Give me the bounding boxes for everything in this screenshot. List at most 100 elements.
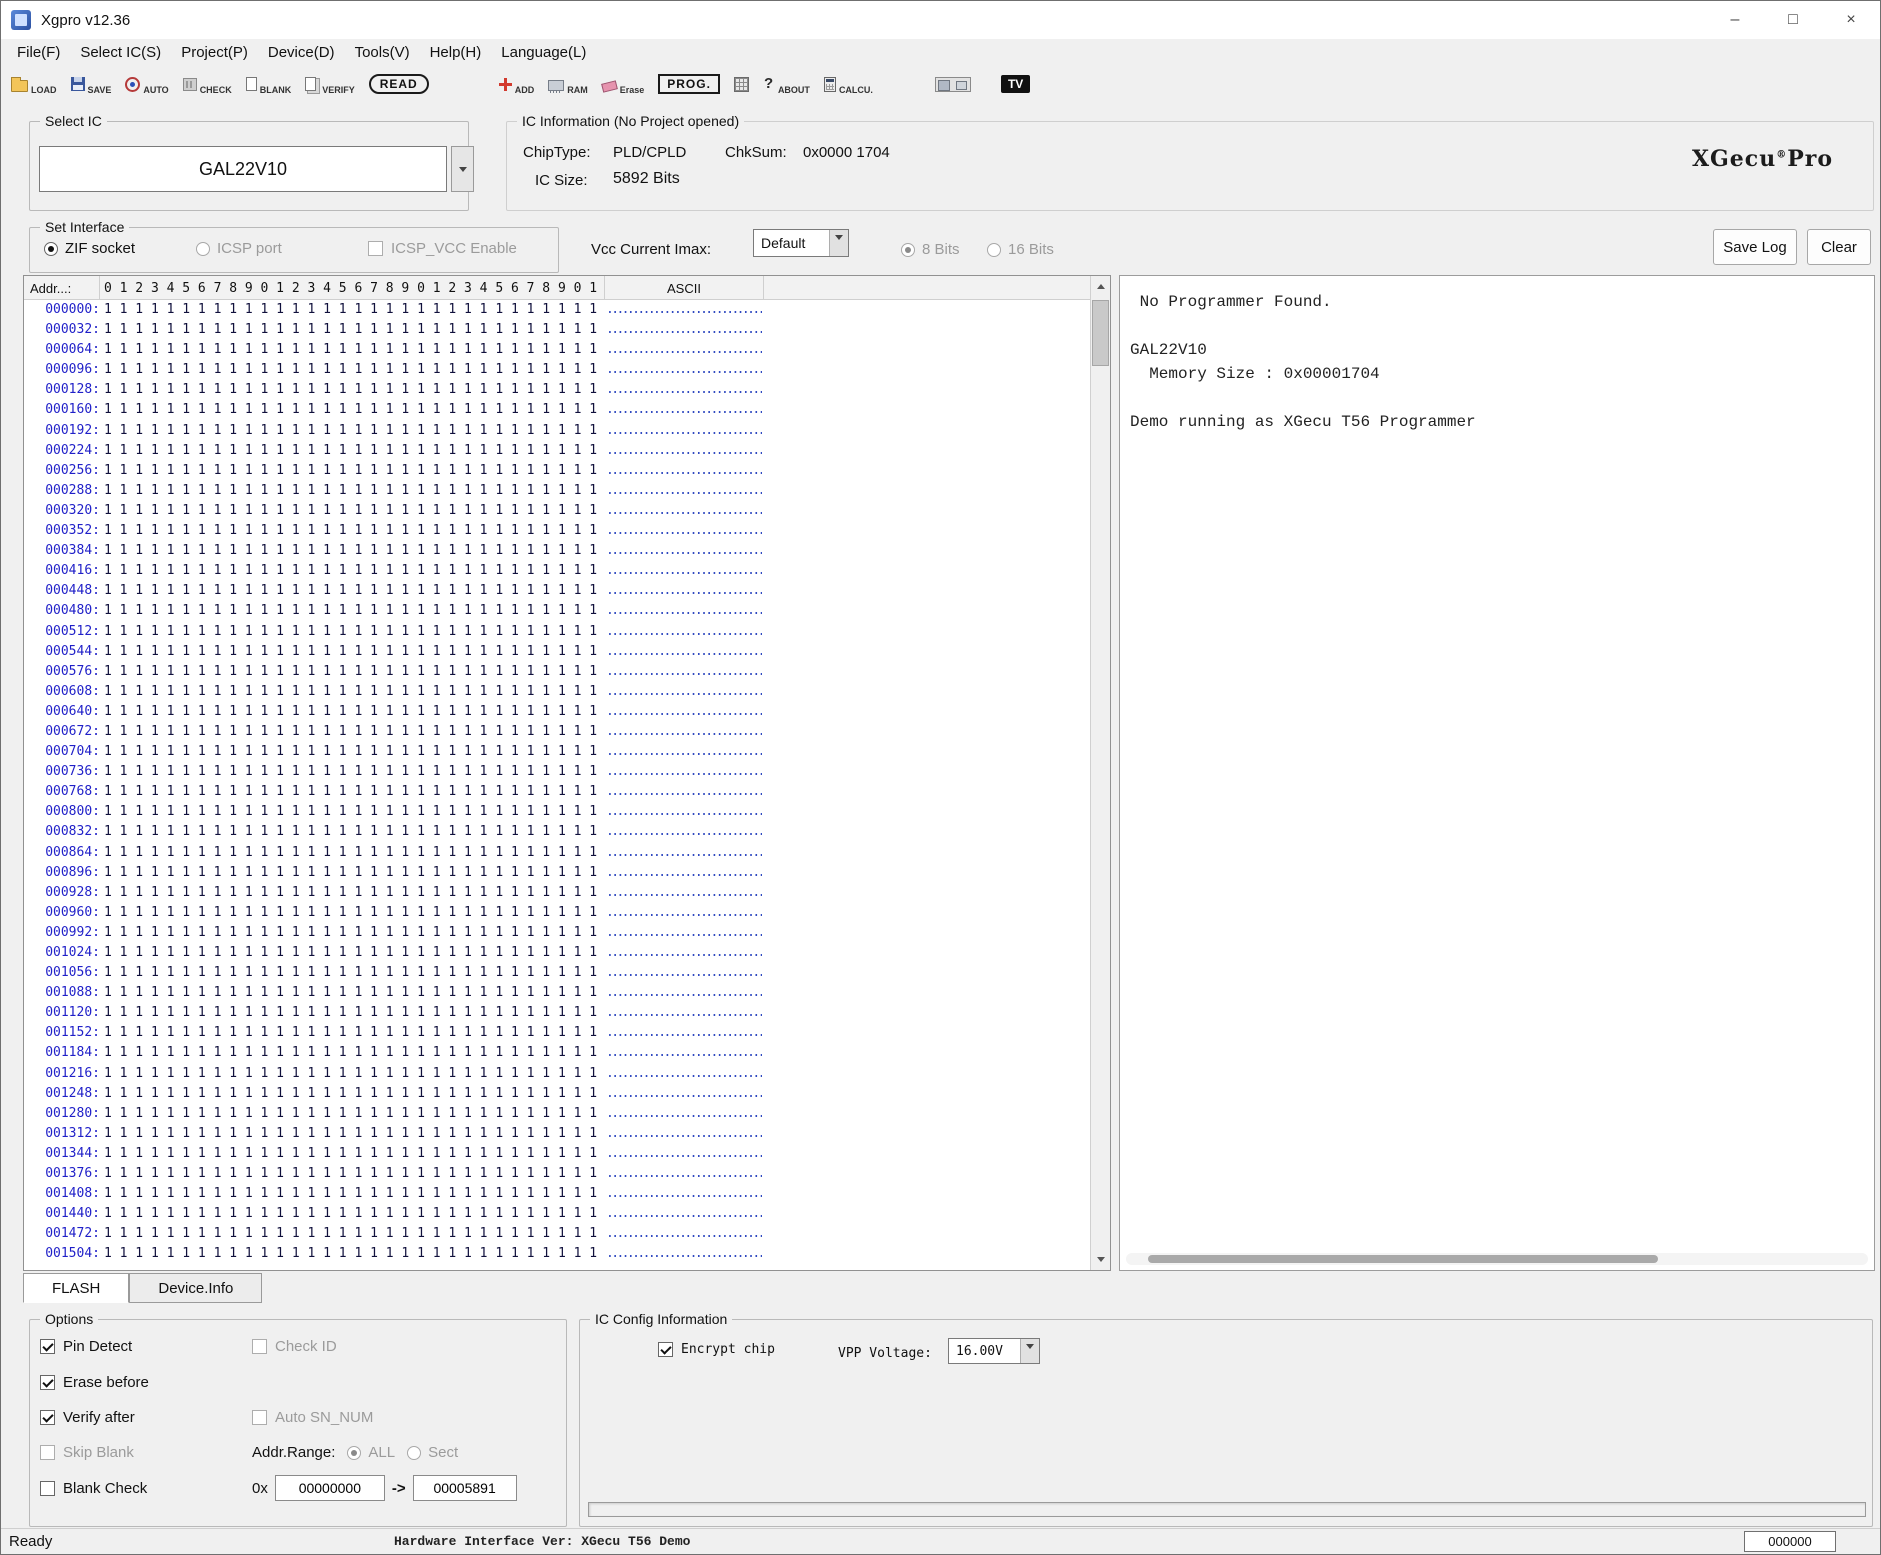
option-check-id[interactable]: Check ID <box>252 1338 337 1355</box>
hex-row-values[interactable]: 1 1 1 1 1 1 1 1 1 1 1 1 1 1 1 1 1 1 1 1 … <box>104 644 597 659</box>
hex-row[interactable]: 000032:1 1 1 1 1 1 1 1 1 1 1 1 1 1 1 1 1… <box>24 320 1090 340</box>
vpp-voltage-dropdown[interactable]: 16.00V <box>948 1338 1040 1364</box>
hex-row[interactable]: 001472:1 1 1 1 1 1 1 1 1 1 1 1 1 1 1 1 1… <box>24 1224 1090 1244</box>
hex-row[interactable]: 001312:1 1 1 1 1 1 1 1 1 1 1 1 1 1 1 1 1… <box>24 1124 1090 1144</box>
checkbox-icon[interactable] <box>40 1445 55 1460</box>
scrollbar-thumb[interactable] <box>1092 300 1109 366</box>
hex-row-values[interactable]: 1 1 1 1 1 1 1 1 1 1 1 1 1 1 1 1 1 1 1 1 … <box>104 1166 597 1181</box>
hex-row[interactable]: 000768:1 1 1 1 1 1 1 1 1 1 1 1 1 1 1 1 1… <box>24 782 1090 802</box>
hex-row-values[interactable]: 1 1 1 1 1 1 1 1 1 1 1 1 1 1 1 1 1 1 1 1 … <box>104 543 597 558</box>
checkbox-icon[interactable] <box>40 1410 55 1425</box>
menu-item-tools[interactable]: Tools(V) <box>345 44 420 61</box>
vertical-scrollbar[interactable] <box>1090 276 1110 1270</box>
hex-row-values[interactable]: 1 1 1 1 1 1 1 1 1 1 1 1 1 1 1 1 1 1 1 1 … <box>104 1126 597 1141</box>
radio-icon[interactable] <box>44 242 58 256</box>
hex-row-values[interactable]: 1 1 1 1 1 1 1 1 1 1 1 1 1 1 1 1 1 1 1 1 … <box>104 1005 597 1020</box>
hex-row-values[interactable]: 1 1 1 1 1 1 1 1 1 1 1 1 1 1 1 1 1 1 1 1 … <box>104 382 597 397</box>
checkbox-icon[interactable] <box>252 1339 267 1354</box>
toolbar-prog-button[interactable]: PROG. <box>658 71 720 97</box>
hex-row[interactable]: 000352:1 1 1 1 1 1 1 1 1 1 1 1 1 1 1 1 1… <box>24 521 1090 541</box>
toolbar-erase-button[interactable]: Erase <box>602 71 645 97</box>
option-verify-after[interactable]: Verify after <box>40 1409 135 1426</box>
hex-row-values[interactable]: 1 1 1 1 1 1 1 1 1 1 1 1 1 1 1 1 1 1 1 1 … <box>104 764 597 779</box>
radio-icon[interactable] <box>901 243 915 257</box>
hex-row-values[interactable]: 1 1 1 1 1 1 1 1 1 1 1 1 1 1 1 1 1 1 1 1 … <box>104 1106 597 1121</box>
hex-row-values[interactable]: 1 1 1 1 1 1 1 1 1 1 1 1 1 1 1 1 1 1 1 1 … <box>104 362 597 377</box>
range-to-input[interactable] <box>413 1475 517 1501</box>
hex-row-values[interactable]: 1 1 1 1 1 1 1 1 1 1 1 1 1 1 1 1 1 1 1 1 … <box>104 744 597 759</box>
toolbar-ram-button[interactable]: RAM <box>548 71 588 97</box>
encrypt-chip-checkbox[interactable]: Encrypt chip <box>658 1342 775 1357</box>
hex-row-values[interactable]: 1 1 1 1 1 1 1 1 1 1 1 1 1 1 1 1 1 1 1 1 … <box>104 603 597 618</box>
toolbar-socket-button[interactable] <box>734 71 749 97</box>
hex-row[interactable]: 000224:1 1 1 1 1 1 1 1 1 1 1 1 1 1 1 1 1… <box>24 441 1090 461</box>
close-button[interactable]: × <box>1822 1 1880 39</box>
hex-row[interactable]: 000736:1 1 1 1 1 1 1 1 1 1 1 1 1 1 1 1 1… <box>24 762 1090 782</box>
toolbar-check-button[interactable]: CHECK <box>183 71 232 97</box>
hex-row[interactable]: 000544:1 1 1 1 1 1 1 1 1 1 1 1 1 1 1 1 1… <box>24 642 1090 662</box>
hex-row-values[interactable]: 1 1 1 1 1 1 1 1 1 1 1 1 1 1 1 1 1 1 1 1 … <box>104 1086 597 1101</box>
hex-row[interactable]: 000608:1 1 1 1 1 1 1 1 1 1 1 1 1 1 1 1 1… <box>24 682 1090 702</box>
hex-row-values[interactable]: 1 1 1 1 1 1 1 1 1 1 1 1 1 1 1 1 1 1 1 1 … <box>104 925 597 940</box>
hex-row[interactable]: 000672:1 1 1 1 1 1 1 1 1 1 1 1 1 1 1 1 1… <box>24 722 1090 742</box>
hex-row[interactable]: 001376:1 1 1 1 1 1 1 1 1 1 1 1 1 1 1 1 1… <box>24 1164 1090 1184</box>
hex-row[interactable]: 001184:1 1 1 1 1 1 1 1 1 1 1 1 1 1 1 1 1… <box>24 1043 1090 1063</box>
hex-row-values[interactable]: 1 1 1 1 1 1 1 1 1 1 1 1 1 1 1 1 1 1 1 1 … <box>104 804 597 819</box>
hex-row-values[interactable]: 1 1 1 1 1 1 1 1 1 1 1 1 1 1 1 1 1 1 1 1 … <box>104 302 597 317</box>
hex-row[interactable]: 000000:1 1 1 1 1 1 1 1 1 1 1 1 1 1 1 1 1… <box>24 300 1090 320</box>
hex-row[interactable]: 001248:1 1 1 1 1 1 1 1 1 1 1 1 1 1 1 1 1… <box>24 1084 1090 1104</box>
hex-row-values[interactable]: 1 1 1 1 1 1 1 1 1 1 1 1 1 1 1 1 1 1 1 1 … <box>104 885 597 900</box>
hex-row-values[interactable]: 1 1 1 1 1 1 1 1 1 1 1 1 1 1 1 1 1 1 1 1 … <box>104 1025 597 1040</box>
horizontal-scrollbar[interactable] <box>1126 1253 1868 1265</box>
checkbox-icon[interactable] <box>658 1342 673 1357</box>
menu-item-help[interactable]: Help(H) <box>420 44 492 61</box>
scroll-up-arrow-icon[interactable] <box>1091 276 1110 296</box>
menu-item-project[interactable]: Project(P) <box>171 44 258 61</box>
radio-icon[interactable] <box>987 243 1001 257</box>
hex-row[interactable]: 000928:1 1 1 1 1 1 1 1 1 1 1 1 1 1 1 1 1… <box>24 883 1090 903</box>
hex-row-values[interactable]: 1 1 1 1 1 1 1 1 1 1 1 1 1 1 1 1 1 1 1 1 … <box>104 865 597 880</box>
option-erase-before[interactable]: Erase before <box>40 1374 149 1391</box>
hex-row-values[interactable]: 1 1 1 1 1 1 1 1 1 1 1 1 1 1 1 1 1 1 1 1 … <box>104 342 597 357</box>
hex-row[interactable]: 000288:1 1 1 1 1 1 1 1 1 1 1 1 1 1 1 1 1… <box>24 481 1090 501</box>
maximize-button[interactable]: □ <box>1764 1 1822 39</box>
hex-row[interactable]: 000896:1 1 1 1 1 1 1 1 1 1 1 1 1 1 1 1 1… <box>24 863 1090 883</box>
hex-row[interactable]: 000128:1 1 1 1 1 1 1 1 1 1 1 1 1 1 1 1 1… <box>24 380 1090 400</box>
hex-row[interactable]: 001344:1 1 1 1 1 1 1 1 1 1 1 1 1 1 1 1 1… <box>24 1144 1090 1164</box>
hex-row-values[interactable]: 1 1 1 1 1 1 1 1 1 1 1 1 1 1 1 1 1 1 1 1 … <box>104 583 597 598</box>
toolbar-adapter-button[interactable] <box>935 71 971 97</box>
toolbar-read-button[interactable]: READ <box>369 71 429 97</box>
option-blank-check[interactable]: Blank Check <box>40 1480 147 1497</box>
option-skip-blank[interactable]: Skip Blank <box>40 1444 134 1461</box>
radio-icon[interactable] <box>407 1446 421 1460</box>
hex-row[interactable]: 000992:1 1 1 1 1 1 1 1 1 1 1 1 1 1 1 1 1… <box>24 923 1090 943</box>
toolbar-auto-button[interactable]: AUTO <box>125 71 168 97</box>
hex-row-values[interactable]: 1 1 1 1 1 1 1 1 1 1 1 1 1 1 1 1 1 1 1 1 … <box>104 985 597 1000</box>
hex-row-values[interactable]: 1 1 1 1 1 1 1 1 1 1 1 1 1 1 1 1 1 1 1 1 … <box>104 1246 597 1261</box>
8-bits-radio[interactable]: 8 Bits <box>901 241 960 258</box>
tab-device-info[interactable]: Device.Info <box>129 1273 262 1303</box>
hex-row-values[interactable]: 1 1 1 1 1 1 1 1 1 1 1 1 1 1 1 1 1 1 1 1 … <box>104 503 597 518</box>
checkbox-icon[interactable] <box>40 1375 55 1390</box>
hex-row[interactable]: 001120:1 1 1 1 1 1 1 1 1 1 1 1 1 1 1 1 1… <box>24 1003 1090 1023</box>
menu-item-select-ic[interactable]: Select IC(S) <box>70 44 171 61</box>
range-from-input[interactable] <box>275 1475 385 1501</box>
hex-row[interactable]: 001440:1 1 1 1 1 1 1 1 1 1 1 1 1 1 1 1 1… <box>24 1204 1090 1224</box>
hex-row-values[interactable]: 1 1 1 1 1 1 1 1 1 1 1 1 1 1 1 1 1 1 1 1 … <box>104 1066 597 1081</box>
hex-row-values[interactable]: 1 1 1 1 1 1 1 1 1 1 1 1 1 1 1 1 1 1 1 1 … <box>104 1186 597 1201</box>
hex-row[interactable]: 001024:1 1 1 1 1 1 1 1 1 1 1 1 1 1 1 1 1… <box>24 943 1090 963</box>
ic-select-dropdown-button[interactable] <box>451 146 474 192</box>
toolbar-calcu-button[interactable]: CALCU. <box>824 71 873 97</box>
radio-icon[interactable] <box>347 1446 361 1460</box>
toolbar-load-button[interactable]: LOAD <box>11 71 57 97</box>
tab-flash[interactable]: FLASH <box>23 1273 129 1303</box>
zif-socket-radio[interactable]: ZIF socket <box>44 240 135 257</box>
hex-row-values[interactable]: 1 1 1 1 1 1 1 1 1 1 1 1 1 1 1 1 1 1 1 1 … <box>104 624 597 639</box>
hex-row-values[interactable]: 1 1 1 1 1 1 1 1 1 1 1 1 1 1 1 1 1 1 1 1 … <box>104 824 597 839</box>
save-log-button[interactable]: Save Log <box>1713 229 1797 265</box>
hex-row-values[interactable]: 1 1 1 1 1 1 1 1 1 1 1 1 1 1 1 1 1 1 1 1 … <box>104 945 597 960</box>
chevron-down-icon[interactable] <box>829 230 848 256</box>
option-auto-sn-num[interactable]: Auto SN_NUM <box>252 1409 373 1426</box>
menu-item-device[interactable]: Device(D) <box>258 44 345 61</box>
hex-row[interactable]: 001408:1 1 1 1 1 1 1 1 1 1 1 1 1 1 1 1 1… <box>24 1184 1090 1204</box>
